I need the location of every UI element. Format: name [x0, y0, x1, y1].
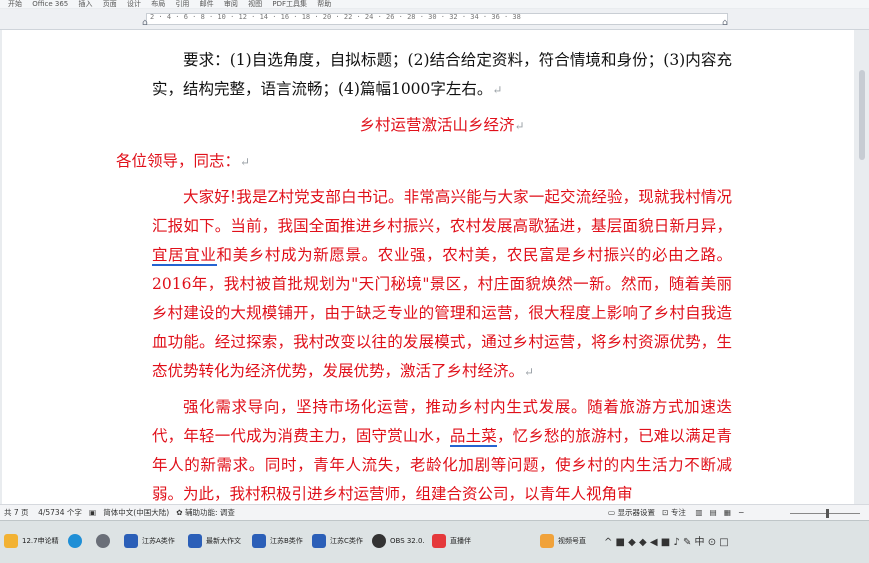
menu-item[interactable]: 引用: [175, 0, 189, 8]
windows-taskbar: 12.7申论精 江苏A类作 最新大作文 江苏B类作 江苏C类作 OBS 32.0…: [0, 520, 869, 563]
zoom-slider-track[interactable]: [790, 513, 860, 514]
paragraph-mark-icon: ↵: [240, 155, 251, 169]
print-layout-icon[interactable]: ▤: [710, 508, 717, 517]
menu-item[interactable]: 插入: [79, 0, 93, 8]
word-app-window: 开始 Office 365 插入 页面 设计 布局 引用 邮件 审阅 视图 PD…: [0, 0, 869, 521]
menu-item[interactable]: 视图: [248, 0, 262, 8]
display-settings-icon: ▭: [608, 508, 616, 517]
taskbar-item-video[interactable]: 视频号直: [540, 529, 586, 553]
zoom-slider-knob[interactable]: [826, 509, 829, 518]
taskbar-item-word-a[interactable]: 江苏A类作: [124, 529, 175, 553]
paragraph-mark-icon: ↵: [524, 365, 535, 379]
horizontal-ruler[interactable]: 2 · 4 · 6 · 8 · 10 · 12 · 14 · 16 · 18 ·…: [0, 9, 869, 30]
status-right: ▭ 显示器设置 ⊡ 专注 ▥ ▤ ▦ −: [608, 505, 744, 521]
gear-icon: [96, 534, 110, 548]
document-page[interactable]: 要求：(1)自选角度，自拟标题；(2)结合给定资料，符合情境和身份；(3)内容充…: [2, 30, 854, 504]
essay-title: 乡村运营激活山乡经济↵: [359, 116, 525, 134]
word-icon: [312, 534, 326, 548]
menu-item[interactable]: Office 365: [32, 0, 68, 8]
system-tray[interactable]: ^ ■ ◆ ◆ ◀ ■ ♪ ✎ 中 ⊙ □: [604, 533, 729, 548]
web-layout-icon[interactable]: ▦: [724, 508, 731, 517]
video-icon: [540, 534, 554, 548]
menu-item[interactable]: 开始: [8, 0, 22, 8]
accessibility-status[interactable]: 辅助功能: 调查: [185, 508, 235, 517]
word-count[interactable]: 4/5734 个字: [38, 508, 82, 517]
menu-item[interactable]: 页面: [103, 0, 117, 8]
vertical-scrollbar[interactable]: [855, 30, 869, 504]
paragraph-mark-icon: ↵: [514, 119, 525, 133]
grammar-underline[interactable]: 宜居宜业: [152, 246, 217, 266]
menu-item[interactable]: 设计: [127, 0, 141, 8]
zoom-out-icon[interactable]: −: [738, 508, 744, 517]
menu-item[interactable]: PDF工具集: [272, 0, 307, 8]
document-body[interactable]: 要求：(1)自选角度，自拟标题；(2)结合给定资料，符合情境和身份；(3)内容充…: [116, 46, 732, 504]
taskbar-item-edge[interactable]: [68, 529, 86, 553]
word-icon: [188, 534, 202, 548]
taskbar-item-word-b[interactable]: 江苏B类作: [252, 529, 303, 553]
paragraph-mark-icon: ↵: [492, 83, 503, 97]
edge-icon: [68, 534, 82, 548]
menu-item[interactable]: 邮件: [200, 0, 214, 8]
body-paragraph-1: 大家好!我是Z村党支部白书记。非常高兴能与大家一起交流经验，现就我村情况汇报如下…: [152, 188, 732, 380]
page-count[interactable]: 共 7 页: [4, 508, 29, 517]
menu-item[interactable]: 帮助: [317, 0, 331, 8]
word-icon: [252, 534, 266, 548]
proofing-icon[interactable]: ▣: [89, 508, 96, 517]
language-indicator[interactable]: 简体中文(中国大陆): [103, 508, 169, 517]
folder-icon: [4, 534, 18, 548]
menu-item[interactable]: 审阅: [224, 0, 238, 8]
taskbar-item-obs[interactable]: OBS 32.0.: [372, 529, 425, 553]
taskbar-item-explorer[interactable]: 12.7申论精: [4, 529, 59, 553]
status-bar: 共 7 页 4/5734 个字 ▣ 简体中文(中国大陆) ✿ 辅助功能: 调查 …: [0, 504, 869, 521]
indent-marker-icon[interactable]: ⌂: [142, 18, 148, 28]
body-paragraph-2: 强化需求导向，坚持市场化运营，推动乡村内生式发展。随着旅游方式加速迭代，年轻一代…: [152, 398, 732, 503]
greeting-line: 各位领导，同志：↵: [116, 152, 251, 170]
status-left: 共 7 页 4/5734 个字 ▣ 简体中文(中国大陆) ✿ 辅助功能: 调查: [4, 505, 235, 521]
taskbar-item-word-c[interactable]: 江苏C类作: [312, 529, 363, 553]
menu-item[interactable]: 布局: [151, 0, 165, 8]
live-icon: [432, 534, 446, 548]
scrollbar-thumb[interactable]: [859, 70, 865, 160]
focus-icon: ⊡: [662, 508, 669, 517]
taskbar-item-live[interactable]: 直播伴: [432, 529, 471, 553]
right-indent-marker-icon[interactable]: ⌂: [722, 18, 728, 28]
grammar-underline[interactable]: 品土菜: [449, 427, 497, 447]
display-settings-button[interactable]: 显示器设置: [617, 508, 655, 517]
taskbar-item-word-latest[interactable]: 最新大作文: [188, 529, 241, 553]
focus-mode-button[interactable]: 专注: [671, 508, 686, 517]
accessibility-icon: ✿: [176, 508, 183, 517]
read-mode-icon[interactable]: ▥: [695, 508, 702, 517]
ribbon-menubar: 开始 Office 365 插入 页面 设计 布局 引用 邮件 审阅 视图 PD…: [0, 0, 869, 8]
word-icon: [124, 534, 138, 548]
taskbar-item-settings[interactable]: [96, 529, 114, 553]
requirement-text: 要求：(1)自选角度，自拟标题；(2)结合给定资料，符合情境和身份；(3)内容充…: [152, 51, 732, 98]
ruler-numbers: 2 · 4 · 6 · 8 · 10 · 12 · 14 · 16 · 18 ·…: [150, 13, 521, 21]
obs-icon: [372, 534, 386, 548]
